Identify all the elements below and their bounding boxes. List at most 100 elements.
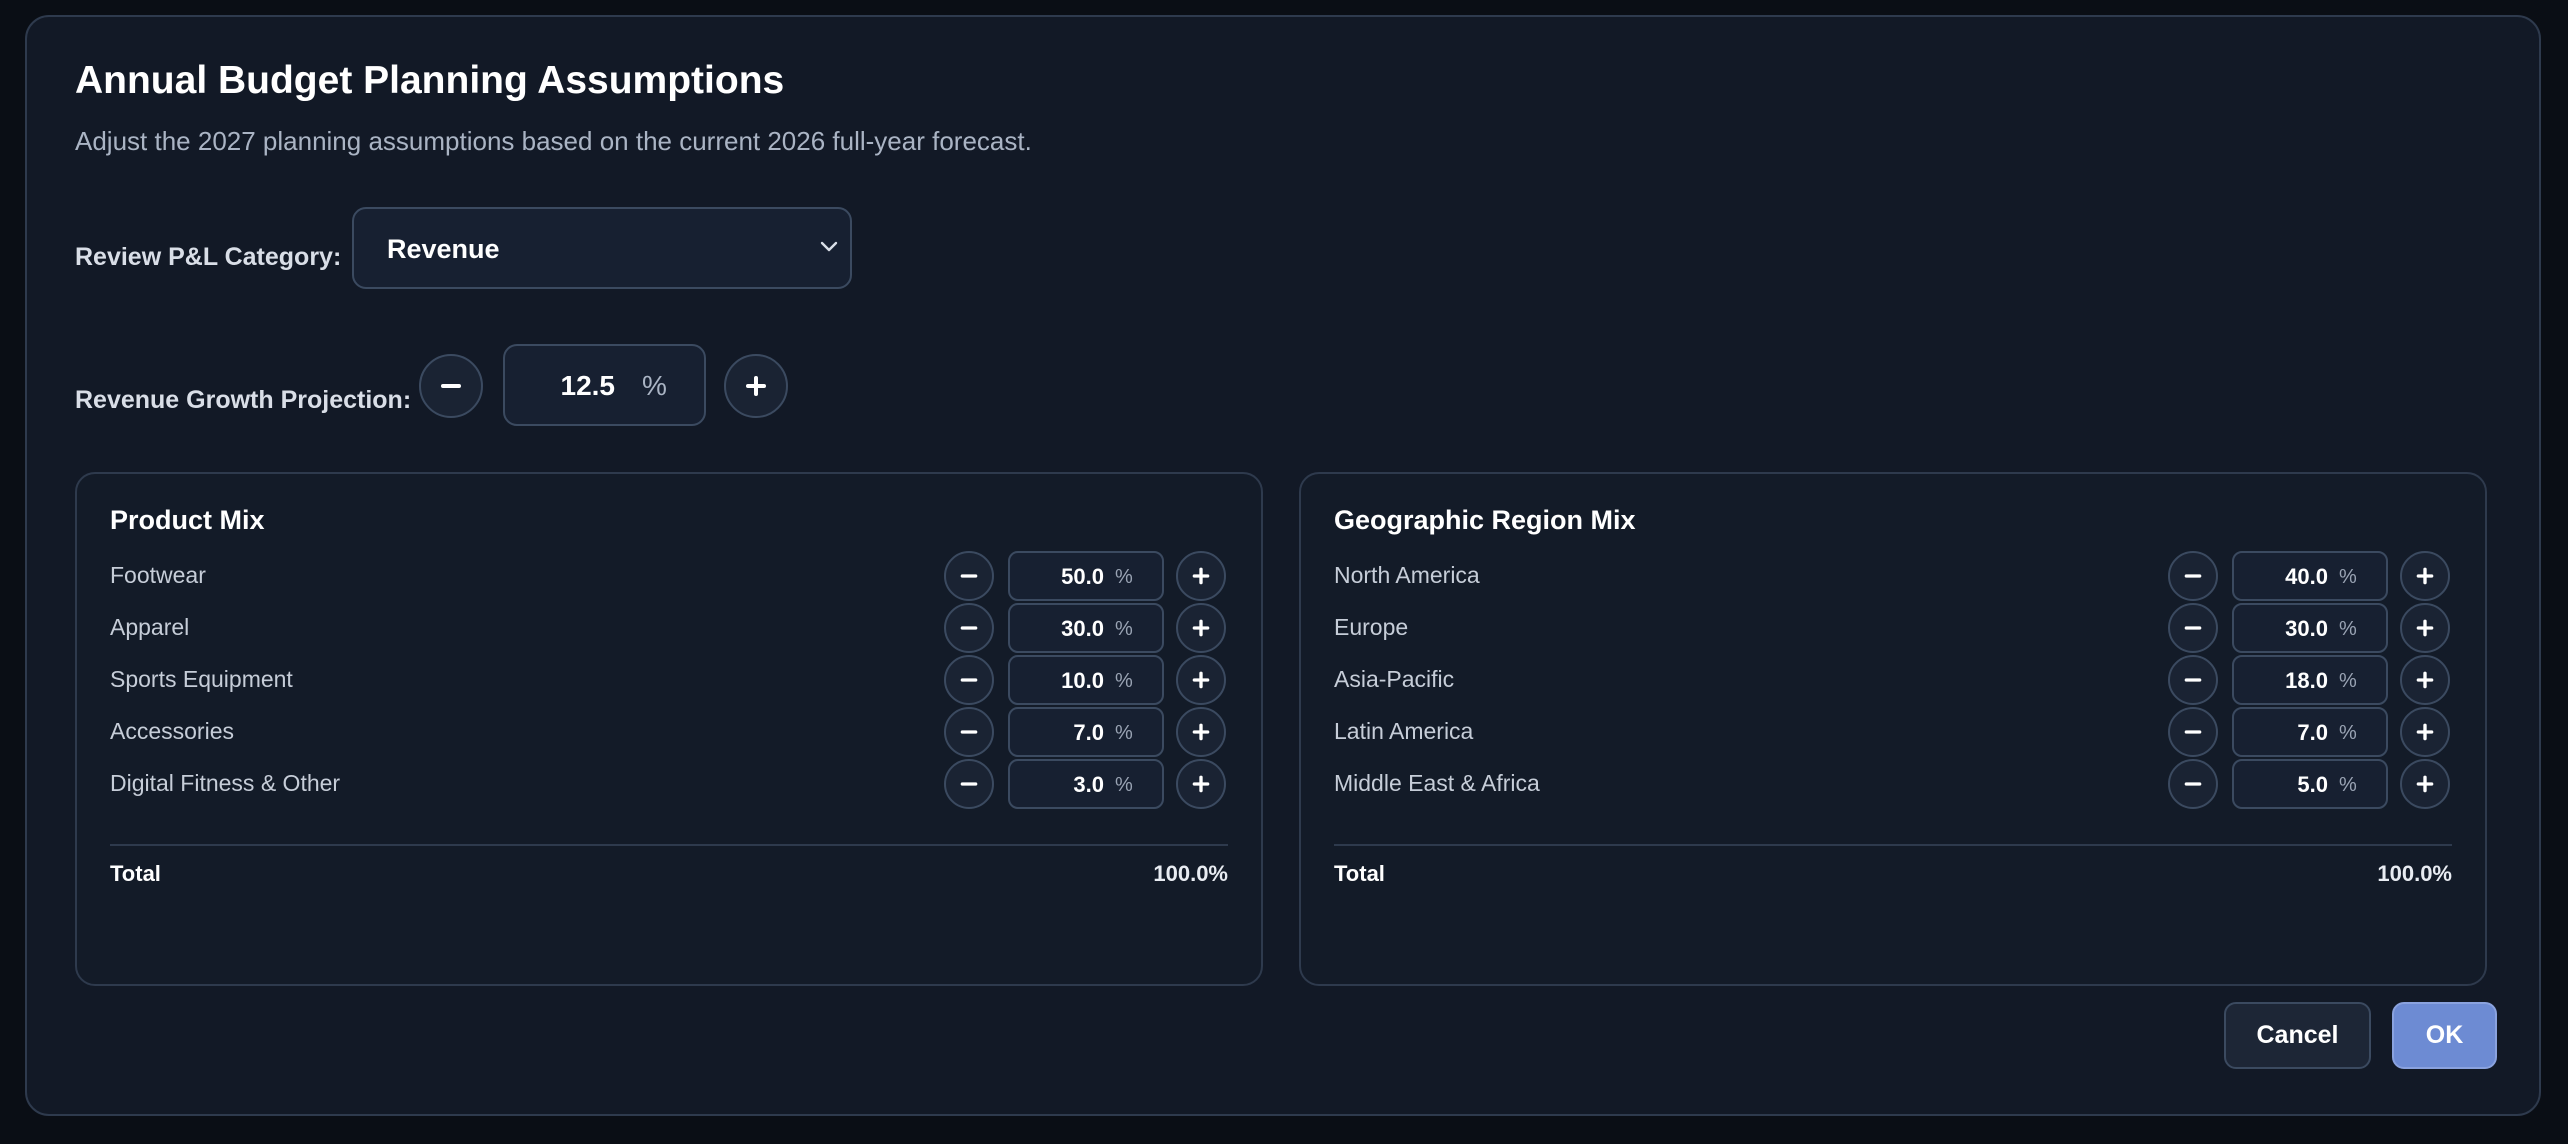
region-mix-row: Europe 30.0% (1301, 603, 2485, 653)
product-mix-decrement-button[interactable] (944, 707, 994, 757)
region-mix-row: Asia-Pacific 18.0% (1301, 655, 2485, 705)
region-mix-decrement-button[interactable] (2168, 603, 2218, 653)
plus-icon (2416, 671, 2434, 689)
chevron-down-icon (820, 241, 838, 252)
cancel-button[interactable]: Cancel (2224, 1002, 2371, 1069)
region-mix-row-label: Asia-Pacific (1334, 666, 1455, 692)
region-mix-unit: % (2339, 774, 2357, 796)
product-mix-value: 3.0 (1073, 772, 1104, 797)
region-mix-unit: % (2339, 670, 2357, 692)
region-mix-total-value: 100.0% (2377, 861, 2452, 886)
category-label: Review P&L Category: (75, 243, 342, 271)
region-mix-increment-button[interactable] (2400, 707, 2450, 757)
plus-icon (1192, 567, 1210, 585)
product-mix-unit: % (1115, 566, 1133, 588)
product-mix-value: 30.0 (1061, 616, 1104, 641)
plus-icon (2416, 567, 2434, 585)
plus-icon (2416, 619, 2434, 637)
category-selected-value: Revenue (387, 234, 500, 264)
region-mix-title: Geographic Region Mix (1334, 505, 1636, 535)
minus-icon (2184, 574, 2202, 578)
product-mix-value: 7.0 (1073, 720, 1104, 745)
category-select[interactable]: Revenue (352, 207, 852, 289)
product-mix-decrement-button[interactable] (944, 603, 994, 653)
region-mix-row-label: Middle East & Africa (1334, 770, 1540, 796)
region-mix-row: Middle East & Africa 5.0% (1301, 759, 2485, 809)
region-mix-decrement-button[interactable] (2168, 707, 2218, 757)
region-mix-value: 7.0 (2297, 720, 2328, 745)
region-mix-increment-button[interactable] (2400, 603, 2450, 653)
region-mix-row-label: Europe (1334, 614, 1409, 640)
product-mix-total-label: Total (110, 861, 161, 886)
product-mix-value: 50.0 (1061, 564, 1104, 589)
minus-icon (2184, 782, 2202, 786)
minus-icon (2184, 678, 2202, 682)
product-mix-row: Footwear 50.0% (77, 551, 1261, 601)
region-mix-increment-button[interactable] (2400, 551, 2450, 601)
product-mix-decrement-button[interactable] (944, 759, 994, 809)
product-mix-value-input[interactable]: 30.0% (1008, 603, 1164, 653)
growth-increment-button[interactable] (724, 354, 788, 418)
minus-icon (2184, 626, 2202, 630)
region-mix-value-input[interactable]: 7.0% (2232, 707, 2388, 757)
plus-icon (1192, 723, 1210, 741)
region-mix-value-input[interactable]: 40.0% (2232, 551, 2388, 601)
region-mix-decrement-button[interactable] (2168, 759, 2218, 809)
region-mix-decrement-button[interactable] (2168, 655, 2218, 705)
product-mix-increment-button[interactable] (1176, 603, 1226, 653)
product-mix-value-input[interactable]: 3.0% (1008, 759, 1164, 809)
product-mix-row-label: Apparel (110, 614, 190, 640)
plus-icon (1192, 619, 1210, 637)
plus-icon (1192, 671, 1210, 689)
region-mix-divider (1334, 844, 2452, 846)
product-mix-row: Digital Fitness & Other 3.0% (77, 759, 1261, 809)
ok-button[interactable]: OK (2392, 1002, 2497, 1069)
product-mix-divider (110, 844, 1228, 846)
region-mix-row-label: Latin America (1334, 718, 1474, 744)
dialog-subtitle: Adjust the 2027 planning assumptions bas… (75, 126, 1032, 156)
region-mix-panel: Geographic Region Mix North America 40.0%… (1299, 472, 2487, 986)
growth-label: Revenue Growth Projection: (75, 386, 412, 414)
region-mix-value-input[interactable]: 30.0% (2232, 603, 2388, 653)
growth-input[interactable]: 12.5 % (503, 344, 706, 426)
product-mix-increment-button[interactable] (1176, 551, 1226, 601)
region-mix-value: 5.0 (2297, 772, 2328, 797)
region-mix-value-input[interactable]: 18.0% (2232, 655, 2388, 705)
region-mix-value-input[interactable]: 5.0% (2232, 759, 2388, 809)
minus-icon (960, 574, 978, 578)
region-mix-increment-button[interactable] (2400, 759, 2450, 809)
minus-icon (960, 626, 978, 630)
product-mix-decrement-button[interactable] (944, 655, 994, 705)
minus-icon (960, 678, 978, 682)
region-mix-value: 30.0 (2285, 616, 2328, 641)
product-mix-decrement-button[interactable] (944, 551, 994, 601)
product-mix-value-input[interactable]: 7.0% (1008, 707, 1164, 757)
minus-icon (960, 782, 978, 786)
minus-icon (960, 730, 978, 734)
product-mix-value-input[interactable]: 10.0% (1008, 655, 1164, 705)
growth-value: 12.5 (560, 370, 616, 401)
region-mix-total-label: Total (1334, 861, 1385, 886)
product-mix-increment-button[interactable] (1176, 759, 1226, 809)
product-mix-increment-button[interactable] (1176, 707, 1226, 757)
product-mix-value: 10.0 (1061, 668, 1104, 693)
product-mix-row-label: Accessories (110, 718, 234, 744)
region-mix-decrement-button[interactable] (2168, 551, 2218, 601)
product-mix-title: Product Mix (110, 505, 265, 535)
product-mix-increment-button[interactable] (1176, 655, 1226, 705)
product-mix-value-input[interactable]: 50.0% (1008, 551, 1164, 601)
region-mix-row: Latin America 7.0% (1301, 707, 2485, 757)
plus-icon (2416, 723, 2434, 741)
minus-icon (441, 384, 461, 388)
region-mix-unit: % (2339, 618, 2357, 640)
product-mix-row: Accessories 7.0% (77, 707, 1261, 757)
growth-unit: % (642, 370, 667, 401)
product-mix-row-label: Sports Equipment (110, 666, 293, 692)
growth-decrement-button[interactable] (419, 354, 483, 418)
plus-icon (746, 376, 766, 396)
region-mix-increment-button[interactable] (2400, 655, 2450, 705)
product-mix-row-label: Digital Fitness & Other (110, 770, 341, 796)
product-mix-row-label: Footwear (110, 562, 206, 588)
budget-assumptions-dialog: Annual Budget Planning Assumptions Adjus… (25, 15, 2541, 1116)
product-mix-unit: % (1115, 722, 1133, 744)
